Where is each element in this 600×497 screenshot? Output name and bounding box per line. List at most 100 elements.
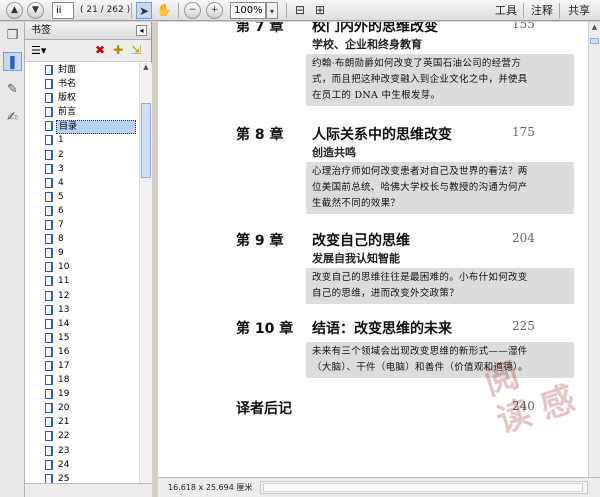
signatures-icon[interactable]: ✍ <box>3 108 22 127</box>
bookmarks-panel-icon[interactable]: ❚ <box>3 52 22 71</box>
bookmark-page-icon <box>45 290 53 301</box>
bookmark-item[interactable]: 8 <box>25 232 139 246</box>
zoom-input[interactable]: 100% <box>230 2 266 19</box>
bookmark-page-icon <box>45 375 53 386</box>
vertical-scroll-thumb[interactable] <box>590 38 599 44</box>
bookmark-label: 20 <box>58 403 70 414</box>
bookmark-item[interactable]: 版权 <box>25 91 139 105</box>
bookmark-item[interactable]: 11 <box>25 274 139 288</box>
bookmark-item[interactable]: 3 <box>25 162 139 176</box>
hand-tool-icon[interactable]: ✋ <box>156 2 172 19</box>
bookmark-item[interactable]: 1 <box>25 133 139 147</box>
bookmark-label: 11 <box>58 276 70 287</box>
bookmark-label: 15 <box>58 332 70 343</box>
bookmark-page-icon <box>45 121 53 132</box>
bookmark-label: 7 <box>58 220 64 231</box>
bookmark-label: 23 <box>58 445 70 456</box>
options-menu-icon[interactable]: ☰▾ <box>31 44 46 57</box>
new-bookmark-icon[interactable]: ✚ <box>113 43 123 57</box>
menu-comments[interactable]: 注释 <box>531 3 553 18</box>
select-tool-icon[interactable]: ➤ <box>136 2 152 19</box>
document-view[interactable]: 第 7 章 校门内外的思维改变 155 学校、企业和终身教育 约翰·布朗勋爵如何改变了英… <box>158 22 588 477</box>
zoom-dropdown-icon[interactable]: ▾ <box>266 2 278 19</box>
bookmark-label: 前言 <box>58 107 77 118</box>
zoom-in-icon[interactable]: + <box>206 2 223 19</box>
horizontal-scrollbar[interactable] <box>260 481 588 494</box>
bookmark-label: 8 <box>58 234 64 245</box>
bookmark-scrollbar[interactable]: ▲ <box>139 63 152 497</box>
bookmark-label: 24 <box>58 459 70 470</box>
collapse-panel-icon[interactable]: ◂ <box>136 25 147 36</box>
bookmark-page-icon <box>45 163 53 174</box>
bookmark-item[interactable]: 6 <box>25 204 139 218</box>
bookmark-item[interactable]: 7 <box>25 218 139 232</box>
chapter-title: 结语：改变思维的未来 <box>312 321 452 337</box>
delete-bookmark-icon[interactable]: ✖ <box>95 43 105 57</box>
bookmark-page-icon <box>45 417 53 428</box>
page-count: ( 21 / 262 ) <box>80 5 131 15</box>
bookmark-item[interactable]: 12 <box>25 289 139 303</box>
bookmark-label: 18 <box>58 375 70 386</box>
bookmark-item[interactable]: 16 <box>25 345 139 359</box>
chapter-page: 155 <box>512 22 535 31</box>
summary-line: 位美国前总统、哈佛大学校长与教授的沟通为何产 <box>312 182 528 193</box>
bookmark-item[interactable]: 14 <box>25 317 139 331</box>
bookmark-item[interactable]: 9 <box>25 246 139 260</box>
bookmark-item[interactable]: 5 <box>25 190 139 204</box>
pages-panel-icon[interactable]: ❐ <box>3 26 22 45</box>
expand-bookmark-icon[interactable]: ⇲ <box>131 43 141 57</box>
bookmark-page-icon <box>45 262 53 273</box>
bookmark-label: 2 <box>58 149 64 160</box>
bookmark-item[interactable]: 17 <box>25 359 139 373</box>
bookmark-item[interactable]: 前言 <box>25 105 139 119</box>
chapter-subtitle: 学校、企业和终身教育 <box>312 38 422 51</box>
bookmark-page-icon <box>45 318 53 329</box>
previous-page-icon[interactable]: ▲ <box>6 2 23 19</box>
bookmark-status-bar <box>25 483 152 497</box>
next-page-icon[interactable]: ▼ <box>27 2 44 19</box>
scroll-up-icon[interactable]: ▲ <box>590 23 599 33</box>
bookmark-item[interactable]: 13 <box>25 303 139 317</box>
summary-line: 在员工的 DNA 中生根发芽。 <box>312 90 441 101</box>
page-number-input[interactable]: ii <box>52 2 74 19</box>
bookmark-item[interactable]: 目录 <box>25 119 139 135</box>
bookmark-page-icon <box>45 431 53 442</box>
bookmark-item[interactable]: 23 <box>25 444 139 458</box>
bookmark-label: 1 <box>58 135 64 146</box>
bookmark-item[interactable]: 10 <box>25 260 139 274</box>
bookmark-page-icon <box>45 79 53 90</box>
bookmark-scroll-thumb[interactable] <box>141 103 151 178</box>
bookmark-item[interactable]: 24 <box>25 458 139 472</box>
bookmark-item[interactable]: 21 <box>25 415 139 429</box>
bookmark-item[interactable]: 20 <box>25 401 139 415</box>
bookmark-item[interactable]: 19 <box>25 387 139 401</box>
bookmark-label: 5 <box>58 191 64 202</box>
chapter-title: 人际关系中的思维改变 <box>312 127 452 143</box>
bookmark-page-icon <box>45 304 53 315</box>
bookmark-item[interactable]: 15 <box>25 331 139 345</box>
bookmark-label: 4 <box>58 177 64 188</box>
bookmark-item[interactable]: 书名 <box>25 77 139 91</box>
bookmark-item[interactable]: 22 <box>25 429 139 443</box>
bookmark-label: 封面 <box>58 65 77 75</box>
horizontal-scroll-thumb[interactable] <box>263 483 583 492</box>
menu-share[interactable]: 共享 <box>568 3 590 18</box>
zoom-out-icon[interactable]: − <box>184 2 201 19</box>
attachments-icon[interactable]: ✎ <box>3 80 22 99</box>
bookmark-label: 12 <box>58 290 70 301</box>
bookmark-item[interactable]: 18 <box>25 373 139 387</box>
fit-page-icon[interactable]: ⊟ <box>292 2 308 19</box>
menu-tools[interactable]: 工具 <box>495 3 517 18</box>
summary-line: 改变自己的思维往往是最困难的。小布什如何改变 <box>312 272 528 283</box>
fit-width-icon[interactable]: ⊞ <box>312 2 328 19</box>
bookmark-page-icon <box>45 459 53 470</box>
bookmark-item[interactable]: 4 <box>25 176 139 190</box>
bookmark-item[interactable]: 2 <box>25 148 139 162</box>
bookmark-page-icon <box>45 360 53 371</box>
bookmark-page-icon <box>45 445 53 456</box>
vertical-scrollbar[interactable]: ▲ <box>588 22 600 477</box>
chapter-summary: 约翰·布朗勋爵如何改变了英国石油公司的经营方 式，而且把这种改变融入到企业文化之中… <box>306 54 574 106</box>
bookmark-label: 9 <box>58 248 64 259</box>
bookmark-list: 封面 书名 版权 前言 目录 1 2 3 4 5 6 7 8 9 10 11 12 13 14 15 16 17 18 19 2… <box>25 63 139 497</box>
bookmark-item[interactable]: 封面 <box>25 63 139 77</box>
